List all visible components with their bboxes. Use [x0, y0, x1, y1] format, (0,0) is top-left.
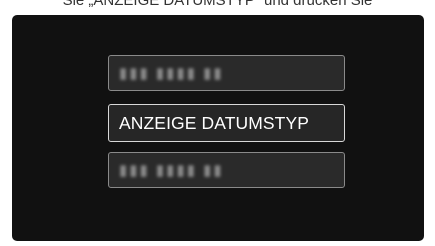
blurred-label: ▮▮▮ ▮▮▮▮ ▮▮ [119, 65, 224, 82]
menu-item-label: ANZEIGE DATUMSTYP [119, 112, 310, 133]
camera-menu-screen: ▮▮▮ ▮▮▮▮ ▮▮ ANZEIGE DATUMSTYP ▮▮▮ ▮▮▮▮ ▮… [12, 15, 424, 241]
blurred-label: ▮▮▮ ▮▮▮▮ ▮▮ [119, 162, 224, 179]
menu-item-blurred-top[interactable]: ▮▮▮ ▮▮▮▮ ▮▮ [108, 55, 345, 91]
menu-item-blurred-bottom[interactable]: ▮▮▮ ▮▮▮▮ ▮▮ [108, 152, 345, 188]
page: Sie „ANZEIGE DATUMSTYP“ und drücken Sie … [0, 0, 435, 246]
caption-text: Sie „ANZEIGE DATUMSTYP“ und drücken Sie [62, 0, 373, 9]
menu-item-anzeige-datumstyp[interactable]: ANZEIGE DATUMSTYP [108, 104, 345, 142]
